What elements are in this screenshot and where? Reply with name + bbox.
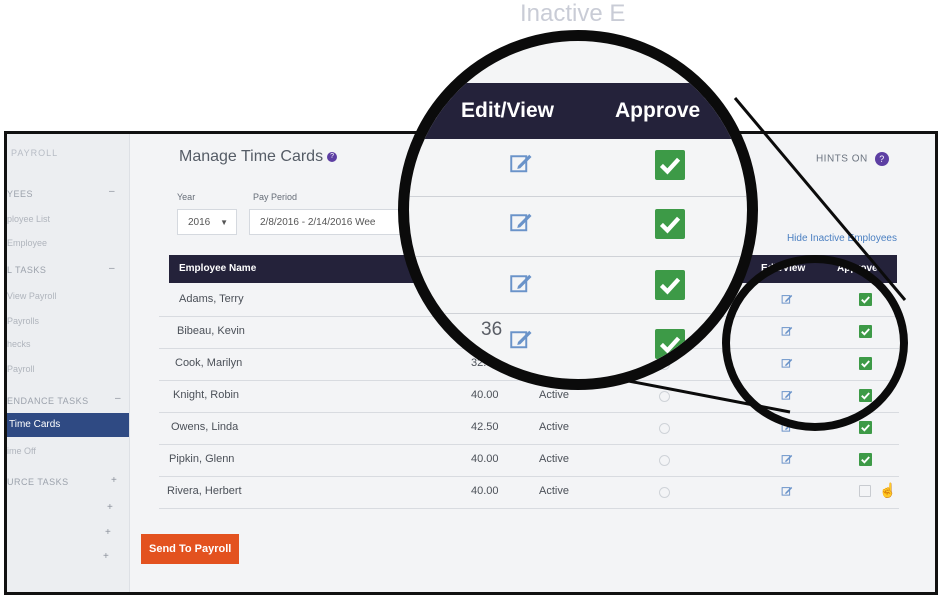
question-circle-icon[interactable]: ? (327, 151, 338, 162)
select-radio[interactable] (659, 487, 670, 498)
sidebar-section-attendance-tasks[interactable]: ENDANCE TASKS (7, 396, 89, 406)
collapse-toggle-icon[interactable]: – (109, 263, 115, 274)
sidebar-item-checks[interactable]: hecks (7, 339, 31, 349)
status-value: Active (539, 389, 569, 401)
table-row: Pipkin, Glenn 40.00 Active (159, 445, 899, 477)
lens-approve-checkbox (655, 329, 685, 359)
sidebar-item-payroll[interactable]: Payroll (7, 364, 35, 374)
lens-header-edit: Edit/View (461, 99, 554, 122)
select-radio[interactable] (659, 391, 670, 402)
lens-table-header: Edit/View Approve (409, 83, 747, 139)
lens-header-approve: Approve (615, 99, 701, 122)
page-title: Manage Time Cards? (179, 148, 338, 166)
expand-toggle-icon[interactable]: + (103, 551, 109, 562)
employee-name[interactable]: Pipkin, Glenn (169, 453, 234, 465)
employee-name[interactable]: Bibeau, Kevin (177, 325, 245, 337)
hide-inactive-link[interactable]: Hide Inactive Employees (787, 233, 897, 244)
employee-name[interactable]: Cook, Marilyn (175, 357, 242, 369)
hours-value: 40.00 (471, 453, 499, 465)
hints-label: HINTS ON (815, 153, 868, 165)
approve-checkbox[interactable] (859, 485, 871, 497)
employee-name[interactable]: Knight, Robin (173, 389, 239, 401)
lens-approve-checkbox (655, 209, 685, 239)
hours-value: 40.00 (471, 389, 499, 401)
send-to-payroll-button[interactable]: Send To Payroll (141, 534, 240, 564)
status-value: Active (539, 421, 569, 433)
background-page-title: Inactive E (520, 0, 626, 27)
collapse-toggle-icon[interactable]: – (109, 186, 115, 197)
sidebar-item-time-cards[interactable]: Time Cards (7, 413, 129, 437)
collapse-toggle-icon[interactable]: – (115, 393, 121, 404)
approve-checkbox[interactable] (859, 421, 872, 434)
edit-icon[interactable] (781, 452, 793, 464)
year-label: Year (177, 192, 196, 202)
status-value: Active (539, 453, 569, 465)
employee-name[interactable]: Adams, Terry (179, 293, 244, 305)
table-row: Rivera, Herbert 40.00 Active ☝ (159, 477, 899, 509)
lens-approve-checkbox (655, 270, 685, 300)
year-value: 2016 (188, 217, 211, 228)
hints-toggle[interactable]: HINTS ON ? (816, 152, 889, 166)
sidebar-item-time-off[interactable]: ime Off (7, 446, 36, 456)
question-circle-icon: ? (875, 152, 889, 166)
sidebar-item-view-payroll[interactable]: View Payroll (7, 291, 56, 301)
employee-name[interactable]: Owens, Linda (171, 421, 238, 433)
expand-toggle-icon[interactable]: + (111, 475, 117, 486)
sidebar-item-payrolls[interactable]: Payrolls (7, 316, 39, 326)
sidebar-item-employee-list[interactable]: ployee List (7, 214, 50, 224)
select-radio[interactable] (659, 455, 670, 466)
lens-edit-icon (509, 271, 533, 295)
lens-approve-checkbox (655, 150, 685, 180)
pay-period-label: Pay Period (253, 192, 298, 202)
magnifier-lens: Edit/View Approve 36 (398, 30, 758, 390)
employee-name[interactable]: Rivera, Herbert (167, 485, 242, 497)
sidebar-section-employees[interactable]: YEES (7, 189, 33, 199)
select-radio[interactable] (659, 423, 670, 434)
chevron-down-icon: ▼ (220, 218, 228, 227)
lens-hours-value: 36 (481, 319, 503, 340)
sidebar-section-resource-tasks[interactable]: URCE TASKS (7, 477, 69, 487)
lens-edit-icon (509, 210, 533, 234)
lens-row-divider (409, 313, 747, 314)
hours-value: 42.50 (471, 421, 499, 433)
lens-edit-icon (509, 327, 533, 351)
lens-edit-icon (509, 151, 533, 175)
magnifier-focus-circle (722, 255, 908, 431)
expand-toggle-icon[interactable]: + (105, 527, 111, 538)
year-select[interactable]: 2016 ▼ (177, 209, 237, 235)
lens-row-divider (409, 196, 747, 197)
status-value: Active (539, 485, 569, 497)
edit-icon[interactable] (781, 484, 793, 496)
sidebar-section-payroll-tasks[interactable]: L TASKS (7, 265, 46, 275)
lens-row-divider (409, 256, 747, 257)
sidebar-item-add-employee[interactable]: Employee (7, 238, 47, 248)
hand-cursor-icon: ☝ (879, 482, 897, 498)
page-title-text: Manage Time Cards (179, 148, 324, 165)
hours-value: 40.00 (471, 485, 499, 497)
column-header-name[interactable]: Employee Name (179, 255, 256, 283)
sidebar-brand: PAYROLL (11, 148, 59, 158)
approve-checkbox[interactable] (859, 453, 872, 466)
expand-toggle-icon[interactable]: + (107, 502, 113, 513)
sidebar: PAYROLL YEES – ployee List Employee L TA… (7, 134, 130, 592)
